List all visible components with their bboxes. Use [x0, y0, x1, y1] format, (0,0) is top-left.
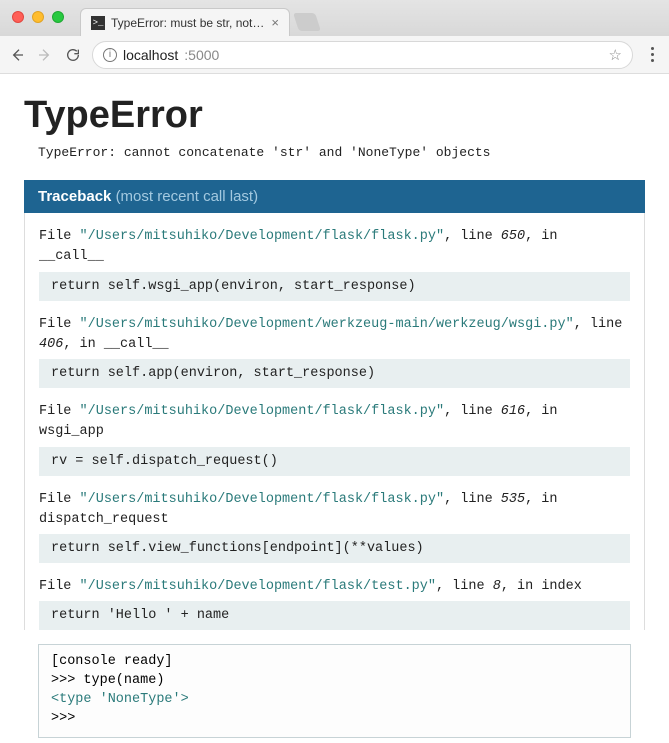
traceback-frame[interactable]: File "/Users/mitsuhiko/Development/flask…: [39, 577, 630, 630]
reload-button[interactable]: [64, 46, 82, 64]
traceback-label: Traceback: [38, 188, 111, 205]
traceback-frame[interactable]: File "/Users/mitsuhiko/Development/flask…: [39, 402, 630, 476]
close-window-button[interactable]: [12, 11, 24, 23]
frame-code: return self.wsgi_app(environ, start_resp…: [39, 272, 630, 301]
debug-console[interactable]: [console ready] >>> type(name) <type 'No…: [38, 644, 631, 738]
page-content: TypeError TypeError: cannot concatenate …: [0, 74, 669, 738]
traceback-recent: (most recent call last): [116, 188, 259, 205]
frame-code: return 'Hello ' + name: [39, 601, 630, 630]
arrow-right-icon: [37, 47, 53, 63]
tab-strip: >_ TypeError: must be str, not No ×: [0, 0, 669, 36]
frame-location: File "/Users/mitsuhiko/Development/flask…: [39, 490, 630, 531]
traceback-header: Traceback (most recent call last): [24, 180, 645, 213]
close-tab-button[interactable]: ×: [271, 15, 279, 30]
site-info-icon[interactable]: i: [103, 48, 117, 62]
traceback-frame[interactable]: File "/Users/mitsuhiko/Development/flask…: [39, 227, 630, 301]
url-host: localhost: [123, 47, 178, 63]
reload-icon: [65, 47, 81, 63]
new-tab-button[interactable]: [293, 13, 321, 31]
frame-code: return self.app(environ, start_response): [39, 359, 630, 388]
frame-code: return self.view_functions[endpoint](**v…: [39, 534, 630, 563]
frame-location: File "/Users/mitsuhiko/Development/flask…: [39, 577, 630, 597]
exception-message: TypeError: cannot concatenate 'str' and …: [38, 145, 645, 160]
frame-location: File "/Users/mitsuhiko/Development/werkz…: [39, 315, 630, 356]
tab-title: TypeError: must be str, not No: [111, 16, 265, 30]
console-prompt[interactable]: >>>: [51, 710, 618, 729]
console-input-line: >>> type(name): [51, 672, 618, 691]
page-title: TypeError: [24, 94, 645, 137]
favicon-icon: >_: [91, 16, 105, 30]
url-port: :5000: [184, 47, 219, 63]
frame-code: rv = self.dispatch_request(): [39, 447, 630, 476]
browser-tab[interactable]: >_ TypeError: must be str, not No ×: [80, 8, 290, 36]
traceback-frame[interactable]: File "/Users/mitsuhiko/Development/werkz…: [39, 315, 630, 389]
maximize-window-button[interactable]: [52, 11, 64, 23]
traceback-frames: File "/Users/mitsuhiko/Development/flask…: [24, 213, 645, 630]
minimize-window-button[interactable]: [32, 11, 44, 23]
console-response: <type 'NoneType'>: [51, 691, 618, 710]
bookmark-star-icon[interactable]: ☆: [609, 46, 622, 64]
more-menu-button[interactable]: [643, 47, 661, 62]
console-ready: [console ready]: [51, 653, 618, 672]
forward-button[interactable]: [36, 46, 54, 64]
traceback-frame[interactable]: File "/Users/mitsuhiko/Development/flask…: [39, 490, 630, 564]
address-bar[interactable]: i localhost :5000 ☆: [92, 41, 633, 69]
frame-location: File "/Users/mitsuhiko/Development/flask…: [39, 227, 630, 268]
browser-chrome: >_ TypeError: must be str, not No × i lo…: [0, 0, 669, 74]
back-button[interactable]: [8, 46, 26, 64]
toolbar: i localhost :5000 ☆: [0, 36, 669, 74]
frame-location: File "/Users/mitsuhiko/Development/flask…: [39, 402, 630, 443]
arrow-left-icon: [9, 47, 25, 63]
window-controls: [12, 11, 64, 23]
